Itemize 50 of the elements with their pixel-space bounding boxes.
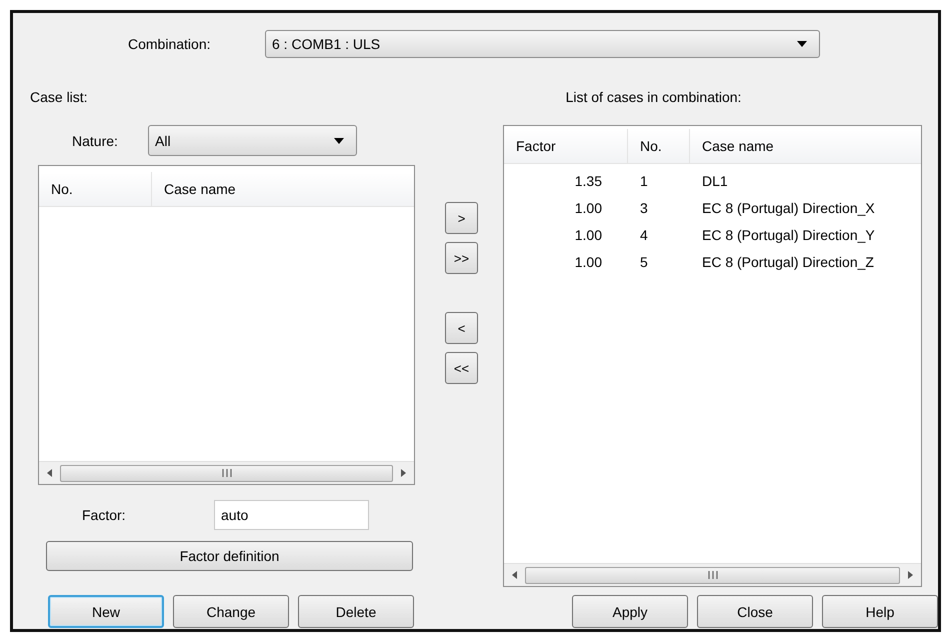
transfer-button[interactable]: < — [445, 312, 478, 344]
grip-icon — [708, 571, 718, 579]
factor-cell-text: 1.00 — [574, 200, 603, 216]
combination-list-label: List of cases in combination: — [566, 89, 742, 105]
column-header[interactable]: Case name — [152, 172, 414, 206]
combination-case-list[interactable]: Factor No. Case name 1.35 1 DL1 1.00 3 EC 8 (Portugal) Direction_X 1.00 4 EC 8 (Portugal) Direction_Y 1.00 5 EC 8 (Portugal) Direction_Z — [503, 125, 922, 587]
action-button[interactable]: Close — [697, 595, 813, 628]
combination-label: Combination: — [128, 36, 212, 52]
horizontal-scrollbar[interactable] — [504, 563, 921, 586]
number-cell-text: 5 — [639, 254, 649, 270]
number-cell-text: 1 — [639, 172, 649, 188]
caret-icon — [334, 138, 344, 144]
column-header[interactable]: Factor — [504, 129, 628, 163]
scrollbar-thumb[interactable] — [525, 566, 900, 584]
action-button[interactable]: Delete — [298, 595, 414, 628]
action-button[interactable]: Change — [173, 595, 289, 628]
scroll-right-icon[interactable] — [401, 469, 406, 477]
action-button[interactable]: New — [48, 595, 164, 628]
column-header[interactable]: No. — [39, 172, 152, 206]
case-name-cell-text: EC 8 (Portugal) Direction_X — [701, 200, 876, 216]
factor-input[interactable]: auto — [214, 500, 369, 530]
grip-icon — [222, 469, 232, 477]
horizontal-scrollbar[interactable] — [39, 461, 414, 484]
case-name-cell-text: DL1 — [701, 172, 729, 188]
scrollbar-thumb[interactable] — [60, 464, 393, 482]
nature-dropdown[interactable]: All — [148, 125, 357, 156]
scroll-left-icon[interactable] — [47, 469, 52, 477]
caret-icon — [797, 41, 807, 47]
nature-label: Nature: — [72, 132, 119, 148]
factor-label: Factor: — [82, 507, 127, 523]
action-button[interactable]: Apply — [572, 595, 688, 628]
action-button[interactable]: Help — [822, 595, 938, 628]
case-list-label: Case list: — [30, 89, 88, 105]
scroll-right-icon[interactable] — [908, 571, 913, 579]
column-header[interactable]: Case name — [690, 129, 921, 163]
case-name-cell-text: EC 8 (Portugal) Direction_Z — [701, 254, 875, 270]
factor-definition-button[interactable]: Factor definition — [46, 541, 413, 571]
case-name-cell-text: EC 8 (Portugal) Direction_Y — [701, 226, 876, 242]
transfer-button[interactable]: << — [445, 352, 478, 384]
number-cell-text: 3 — [639, 200, 649, 216]
column-header[interactable]: No. — [628, 129, 690, 163]
factor-cell-text: 1.00 — [574, 226, 603, 242]
factor-cell-text: 1.35 — [574, 172, 603, 188]
scroll-left-icon[interactable] — [512, 571, 517, 579]
transfer-button[interactable]: > — [445, 202, 478, 234]
transfer-button[interactable]: >> — [445, 242, 478, 274]
number-cell-text: 4 — [639, 226, 649, 242]
factor-cell-text: 1.00 — [574, 254, 603, 270]
case-list[interactable]: No. Case name — [38, 165, 415, 485]
combination-dropdown[interactable]: 6 : COMB1 : ULS — [265, 30, 820, 58]
